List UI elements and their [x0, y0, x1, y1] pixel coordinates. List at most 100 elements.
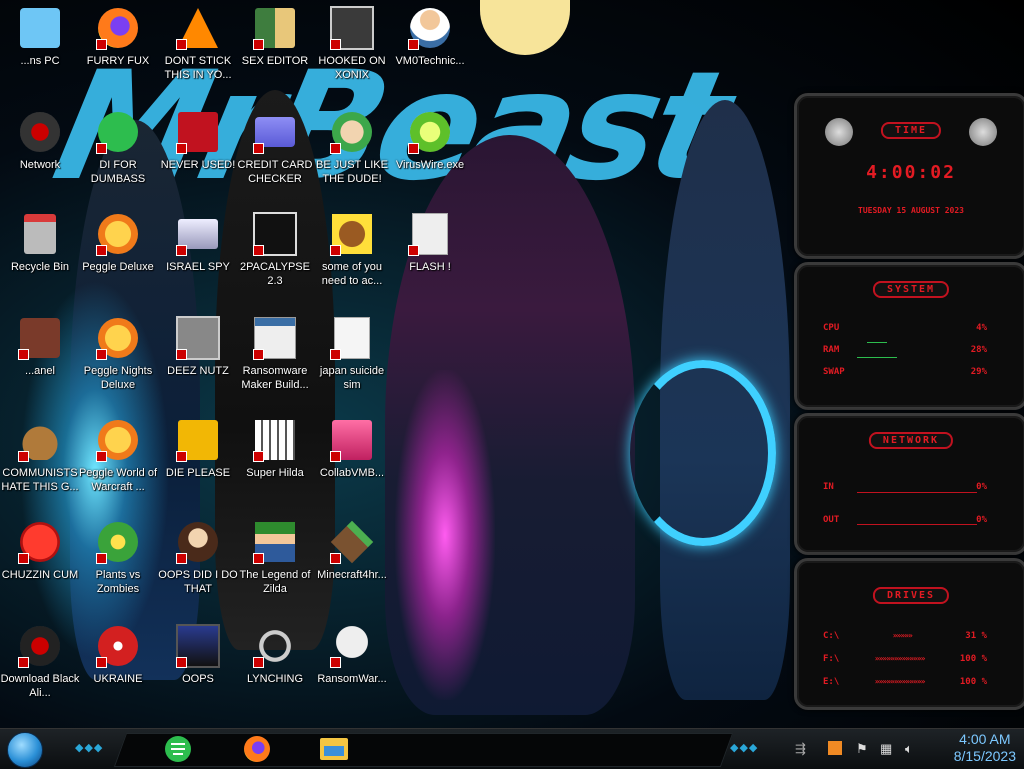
desktop-icon[interactable]: OOPS DID I DO THAT: [158, 520, 238, 596]
desktop-icon[interactable]: DEEZ NUTZ: [158, 316, 238, 378]
desktop-icon-label: some of you need to ac...: [321, 261, 383, 287]
shortcut-overlay-icon: [96, 451, 107, 462]
firefox-icon: [244, 736, 270, 762]
desktop-icon-label: Super Hilda: [246, 467, 304, 479]
show-hidden-icons-button[interactable]: ⇶: [795, 741, 806, 757]
desktop-icon[interactable]: CREDIT CARD CHECKER: [235, 110, 315, 186]
desktop-icon[interactable]: ...anel: [0, 316, 80, 378]
system-widget-title: SYSTEM: [872, 281, 950, 298]
desktop-icon[interactable]: Plants vs Zombies: [78, 520, 158, 596]
desktop-icon[interactable]: Minecraft4hr...: [312, 520, 392, 582]
desktop-icon[interactable]: DIE PLEASE: [158, 418, 238, 480]
desktop-icon-label: OOPS: [182, 673, 214, 685]
desktop-icon-label: ...anel: [25, 365, 55, 377]
desktop-icon[interactable]: 2PACALYPSE 2.3: [235, 212, 315, 288]
desktop-icon-label: Download Black Ali...: [0, 673, 80, 699]
desktop-icon[interactable]: Download Black Ali...: [0, 624, 80, 700]
desktop-icon[interactable]: Ransomware Maker Build...: [235, 316, 315, 392]
shortcut-overlay-icon: [253, 657, 264, 668]
desktop-icon[interactable]: Peggle World of Warcraft ...: [78, 418, 158, 494]
shortcut-overlay-icon: [330, 349, 341, 360]
desktop-icon[interactable]: OOPS: [158, 624, 238, 686]
drive-row-f: F:\ »»»»»»»»»»»»» 100 %: [823, 654, 987, 664]
desktop-icon-label: BE JUST LIKE THE DUDE!: [316, 159, 388, 185]
taskbar-chat-app-button[interactable]: [162, 733, 194, 765]
taskbar: ◆◆◆ ◆◆◆ ⇶ ⚑ ▦ 🔈︎ 4:00 AM 8/15/2023: [0, 728, 1024, 769]
desktop-icon-label: DI FOR DUMBASS: [90, 159, 146, 185]
drive-usage-bar: »»»»»: [892, 631, 913, 640]
desktop-icon[interactable]: CollabVMB...: [312, 418, 392, 480]
desktop-icon[interactable]: BE JUST LIKE THE DUDE!: [312, 110, 392, 186]
alien-logo-left-icon: [825, 118, 853, 146]
network-row-label: OUT: [823, 515, 840, 525]
shortcut-overlay-icon: [253, 451, 264, 462]
chat-icon: [165, 736, 191, 762]
system-row-value: 29%: [970, 367, 987, 377]
shortcut-overlay-icon: [176, 657, 187, 668]
taskbar-clock[interactable]: 4:00 AM 8/15/2023: [954, 731, 1016, 765]
desktop-icon[interactable]: VirusWire.exe: [390, 110, 470, 172]
desktop-icon[interactable]: ...ns PC: [0, 6, 80, 68]
desktop-icon[interactable]: DONT STICK THIS IN YO...: [158, 6, 238, 82]
network-tray-icon[interactable]: ▦: [880, 741, 892, 757]
drive-row-label: F:\: [823, 654, 840, 664]
shortcut-overlay-icon: [176, 143, 187, 154]
desktop-icon-label: HOOKED ON XONIX: [318, 55, 386, 81]
desktop-icon[interactable]: FLASH !: [390, 212, 470, 274]
drive-row-c: C:\ »»»»» 31 %: [823, 631, 987, 641]
desktop-icon-label: 2PACALYPSE 2.3: [240, 261, 310, 287]
system-row-value: 28%: [970, 345, 987, 355]
desktop-icon[interactable]: Peggle Deluxe: [78, 212, 158, 274]
desktop-icon[interactable]: COMMUNISTS HATE THIS G...: [0, 418, 80, 494]
desktop-icon[interactable]: some of you need to ac...: [312, 212, 392, 288]
system-row-label: SWAP: [823, 367, 845, 377]
desktop-icon[interactable]: DI FOR DUMBASS: [78, 110, 158, 186]
system-row-label: CPU: [823, 323, 840, 333]
shortcut-overlay-icon: [330, 657, 341, 668]
pc-icon: [20, 8, 60, 48]
desktop-icon[interactable]: ISRAEL SPY: [158, 212, 238, 274]
recycle-bin-icon: [24, 214, 56, 254]
shortcut-overlay-icon: [176, 349, 187, 360]
start-orb-button[interactable]: [7, 732, 43, 768]
taskbar-firefox-button[interactable]: [241, 733, 273, 765]
taskbar-decoration-left: ◆◆◆: [75, 741, 104, 754]
desktop-icon[interactable]: RansomWar...: [312, 624, 392, 686]
desktop-icon[interactable]: Recycle Bin: [0, 212, 80, 274]
desktop-icon[interactable]: Network: [0, 110, 80, 172]
desktop-icon[interactable]: NEVER USED!: [158, 110, 238, 172]
shortcut-overlay-icon: [96, 657, 107, 668]
desktop-icon-label: ISRAEL SPY: [166, 261, 230, 273]
drive-row-label: E:\: [823, 677, 840, 687]
network-icon: [20, 112, 60, 152]
drive-row-label: C:\: [823, 631, 840, 641]
shortcut-overlay-icon: [96, 39, 107, 50]
network-widget: NETWORK IN 0% OUT 0%: [794, 413, 1024, 555]
desktop-icon-label: UKRAINE: [93, 673, 143, 685]
desktop-icon[interactable]: The Legend of Zilda: [235, 520, 315, 596]
desktop-icon[interactable]: FURRY FUX: [78, 6, 158, 68]
shortcut-overlay-icon: [408, 39, 419, 50]
desktop-icon-label: DIE PLEASE: [165, 467, 231, 479]
drives-widget-title: DRIVES: [872, 587, 950, 604]
sound-card-icon[interactable]: [828, 741, 842, 755]
volume-icon[interactable]: 🔈︎: [905, 741, 913, 757]
taskbar-time: 4:00 AM: [959, 731, 1011, 747]
desktop-icon[interactable]: HOOKED ON XONIX: [312, 6, 392, 82]
desktop-icon[interactable]: Super Hilda: [235, 418, 315, 480]
desktop-icon-label: FLASH !: [409, 261, 451, 273]
desktop-icon[interactable]: SEX EDITOR: [235, 6, 315, 68]
system-row-ram: RAM 28%: [823, 345, 987, 355]
desktop-icon[interactable]: japan suicide sim: [312, 316, 392, 392]
desktop-icon[interactable]: LYNCHING: [235, 624, 315, 686]
desktop-icon-label: Recycle Bin: [10, 261, 70, 273]
flag-icon[interactable]: ⚑: [856, 741, 868, 757]
desktop-icon[interactable]: UKRAINE: [78, 624, 158, 686]
desktop-icon[interactable]: CHUZZIN CUM: [0, 520, 80, 582]
shortcut-overlay-icon: [96, 245, 107, 256]
desktop-icon-label: NEVER USED!: [160, 159, 236, 171]
desktop-icon[interactable]: Peggle Nights Deluxe: [78, 316, 158, 392]
desktop-icon-label: ...ns PC: [20, 55, 60, 67]
desktop-icon[interactable]: VM0Technic...: [390, 6, 470, 68]
taskbar-file-explorer-button[interactable]: [318, 733, 350, 765]
